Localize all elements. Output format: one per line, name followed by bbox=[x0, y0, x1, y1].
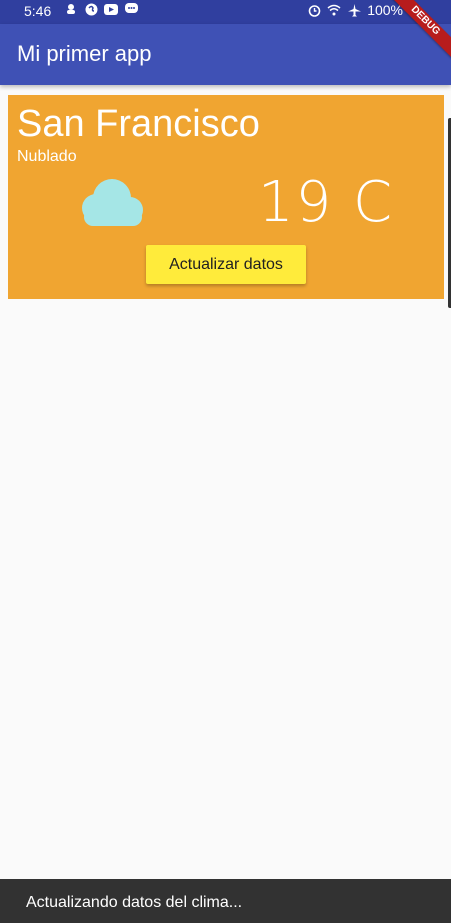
battery-percent: 100% bbox=[367, 2, 403, 18]
update-data-button[interactable]: Actualizar datos bbox=[146, 245, 306, 284]
wifi-icon bbox=[327, 3, 341, 17]
cloud-icon bbox=[82, 179, 143, 226]
temperature: 19 C bbox=[258, 170, 395, 235]
snackbar-message: Actualizando datos del clima... bbox=[26, 894, 243, 911]
status-icons-right: 100% bbox=[307, 2, 423, 18]
alarm-icon bbox=[307, 3, 321, 17]
snackbar: Actualizando datos del clima... bbox=[0, 879, 451, 923]
city-name: San Francisco bbox=[17, 103, 260, 145]
chat-icon bbox=[124, 2, 138, 16]
battery-icon bbox=[409, 3, 423, 17]
shazam-icon bbox=[84, 2, 98, 16]
notification-icon bbox=[64, 2, 78, 16]
airplane-icon bbox=[347, 3, 361, 17]
app-bar: Mi primer app bbox=[0, 24, 451, 85]
weather-card: San Francisco Nublado 19 C Actualizar da… bbox=[8, 95, 444, 299]
app-title: Mi primer app bbox=[17, 41, 152, 66]
weather-description: Nublado bbox=[17, 148, 77, 165]
status-icons-left bbox=[64, 2, 138, 16]
status-bar: 5:46 100% bbox=[0, 0, 451, 24]
youtube-icon bbox=[104, 2, 118, 16]
status-time: 5:46 bbox=[24, 3, 52, 19]
